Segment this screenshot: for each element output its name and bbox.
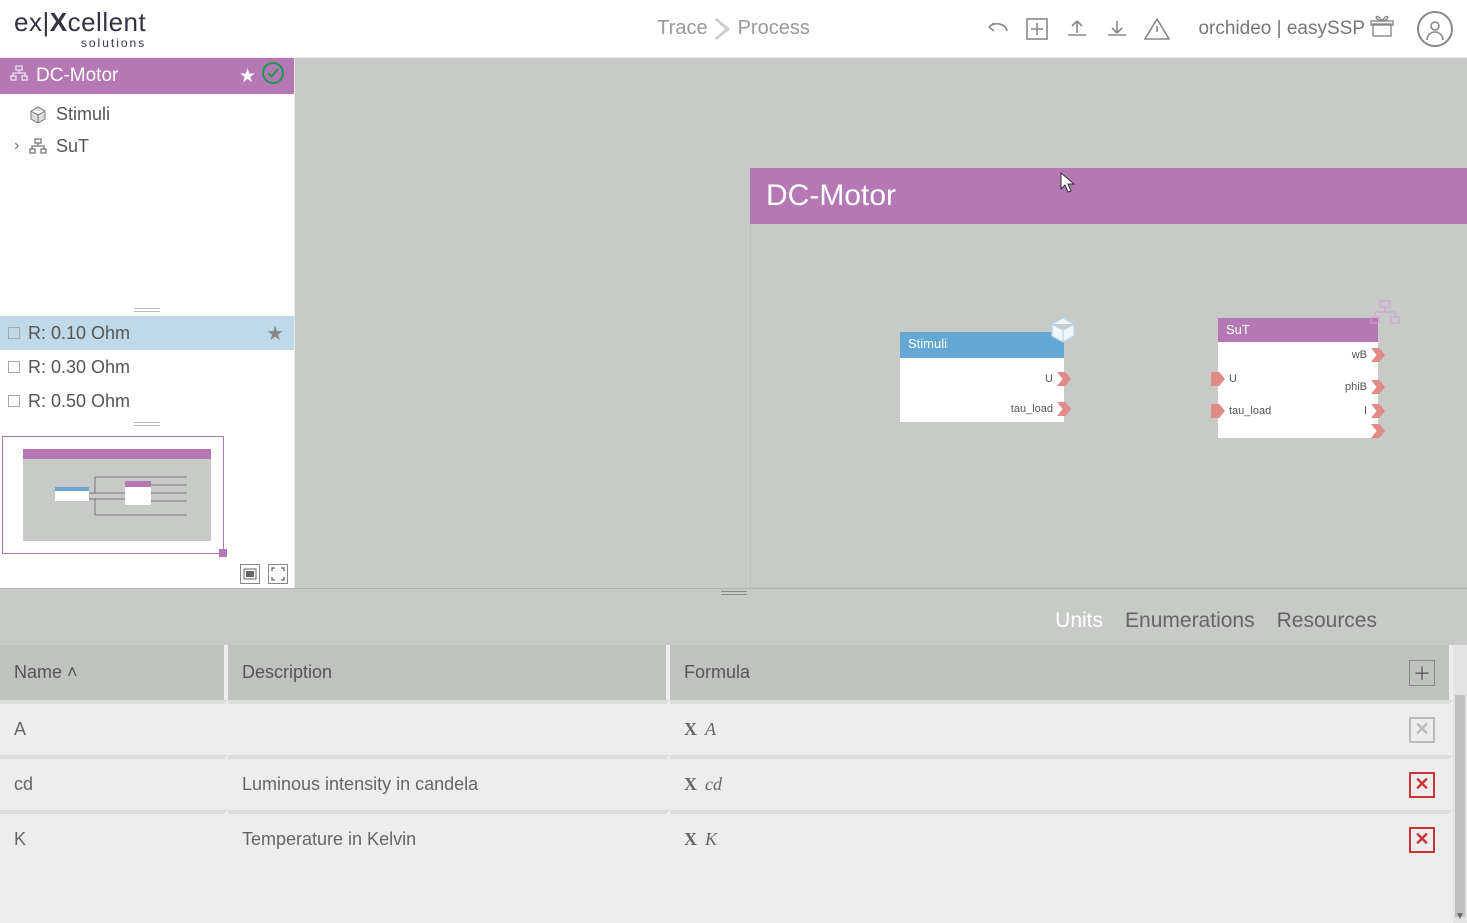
download-icon[interactable] [1104,16,1130,42]
delete-button: ✕ [1409,717,1435,743]
tab-units[interactable]: Units [1055,609,1103,633]
view-controls [0,560,294,588]
port-in[interactable]: tau_load [1211,404,1271,418]
cell-name[interactable]: A [0,700,228,755]
variant-label: R: 0.30 Ohm [28,357,284,378]
check-icon[interactable] [262,62,284,90]
variant-item[interactable]: R: 0.50 Ohm [0,384,294,418]
delete-button[interactable]: ✕ [1409,827,1435,853]
variant-label: R: 0.10 Ohm [28,323,266,344]
undo-icon[interactable] [984,16,1010,42]
pane-resize-handle[interactable] [0,589,1467,597]
structure-icon [1370,300,1400,329]
brand-label: orchideo | easySSP [1198,14,1395,44]
port-in[interactable]: U [1211,372,1237,386]
star-icon[interactable]: ★ [266,321,284,346]
cell-formula[interactable]: XK ✕ [670,810,1453,865]
system-block[interactable]: DC-Motor Stimuli U tau_load SuT U tau_lo… [750,168,1467,588]
cube-icon [1048,314,1078,344]
cube-icon [28,104,48,124]
cell-desc[interactable]: Luminous intensity in candela [228,755,670,810]
user-avatar[interactable] [1417,11,1453,47]
chevron-down-icon[interactable]: ▼ [1453,909,1467,923]
fit-width-icon[interactable] [240,564,260,584]
sidebar: DC-Motor ★ Stimuli SuT R: 0.10 Ohm ★ [0,58,295,588]
tab-row: Units Enumerations Resources [0,597,1467,645]
system-title: DC-Motor [750,168,1467,224]
col-header-name[interactable]: Name ˄ [0,645,228,700]
variant-item[interactable]: R: 0.10 Ohm ★ [0,316,294,350]
tab-enumerations[interactable]: Enumerations [1125,609,1255,633]
checkbox-icon[interactable] [8,327,20,339]
sidebar-title: DC-Motor [36,65,118,87]
variant-item[interactable]: R: 0.30 Ohm [0,350,294,384]
cell-desc[interactable]: Temperature in Kelvin [228,810,670,865]
col-header-desc[interactable]: Description [228,645,670,700]
port-out[interactable] [1371,424,1385,438]
block-title: SuT [1218,318,1378,342]
cell-desc[interactable] [228,700,670,755]
cursor-icon [1060,172,1076,194]
tree-item-sut[interactable]: SuT [0,130,294,162]
tree-item-label: Stimuli [56,104,110,125]
tree-item-stimuli[interactable]: Stimuli [0,98,294,130]
toolbar: orchideo | easySSP [984,11,1453,47]
logo: ex|Xcellent solutions [14,9,146,49]
tree: Stimuli SuT [0,94,294,166]
structure-icon [10,65,28,87]
resize-handle-icon[interactable] [219,549,227,557]
crumb-process[interactable]: Process [732,17,816,40]
fullscreen-icon[interactable] [268,564,288,584]
pane-resize-handle[interactable] [0,418,294,430]
warning-icon[interactable] [1144,16,1170,42]
star-icon[interactable]: ★ [239,65,256,88]
scrollbar[interactable]: ▼ [1453,645,1467,923]
chevron-right-icon [714,17,732,41]
cell-formula[interactable]: XA ✕ [670,700,1453,755]
breadcrumb: Trace Process [651,17,816,41]
delete-button[interactable]: ✕ [1409,772,1435,798]
cell-formula[interactable]: Xcd ✕ [670,755,1453,810]
upload-icon[interactable] [1064,16,1090,42]
minimap[interactable] [2,436,224,554]
stimuli-block[interactable]: Stimuli U tau_load [900,332,1064,422]
port-out[interactable]: wB [1352,348,1385,362]
checkbox-icon[interactable] [8,361,20,373]
tab-resources[interactable]: Resources [1277,609,1377,633]
bottom-panel: Units Enumerations Resources Name ˄ Desc… [0,588,1467,923]
structure-icon [28,136,48,156]
variant-label: R: 0.50 Ohm [28,391,284,412]
checkbox-icon[interactable] [8,395,20,407]
add-icon[interactable] [1024,16,1050,42]
canvas[interactable]: DC-Motor Stimuli U tau_load SuT U tau_lo… [295,58,1467,588]
units-table: Name ˄ Description Formula ＋ A XA ✕ cd L… [0,645,1453,923]
cell-name[interactable]: K [0,810,228,865]
cell-name[interactable]: cd [0,755,228,810]
sut-block[interactable]: SuT U tau_load wB phiB I [1218,318,1378,438]
pane-resize-handle[interactable] [0,304,294,316]
port-out[interactable]: U [1045,372,1071,386]
col-header-formula[interactable]: Formula ＋ [670,645,1453,700]
sidebar-header[interactable]: DC-Motor ★ [0,58,294,94]
port-out[interactable]: I [1364,404,1385,418]
port-out[interactable]: phiB [1345,380,1385,394]
gift-icon[interactable] [1369,14,1395,44]
tree-item-label: SuT [56,136,89,157]
crumb-trace[interactable]: Trace [651,17,713,40]
port-out[interactable]: tau_load [1011,402,1071,416]
block-title: Stimuli [900,332,1064,358]
variant-list: R: 0.10 Ohm ★ R: 0.30 Ohm R: 0.50 Ohm [0,316,294,418]
topbar: ex|Xcellent solutions Trace Process orch… [0,0,1467,58]
add-row-button[interactable]: ＋ [1409,660,1435,686]
